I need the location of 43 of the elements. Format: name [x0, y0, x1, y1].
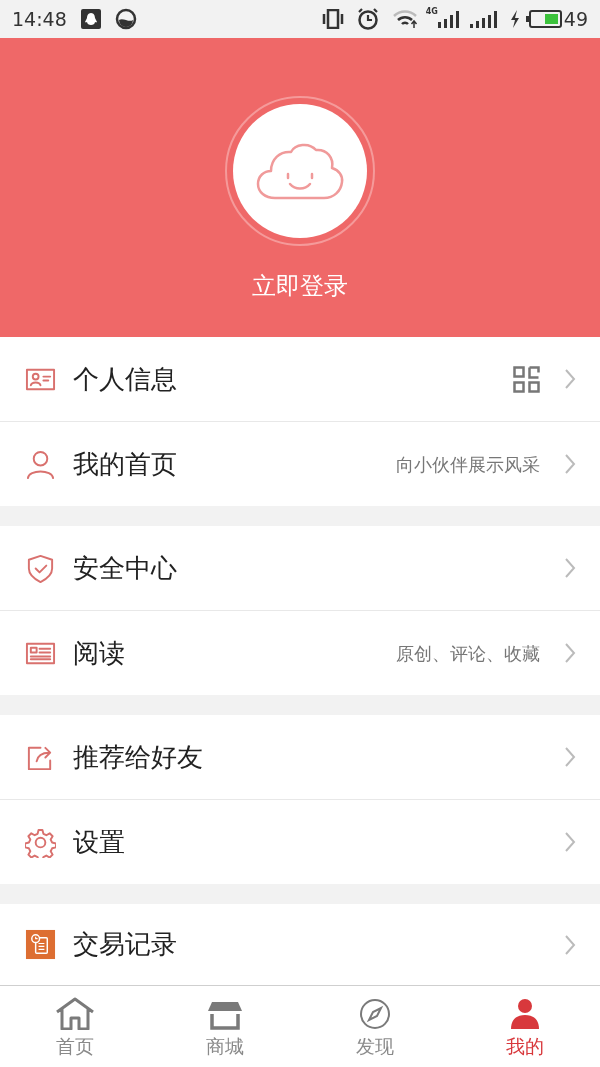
- app-icon: [114, 8, 137, 30]
- chevron-right-icon: [564, 933, 576, 956]
- shield-icon: [25, 552, 56, 584]
- row-detail: 原创、评论、收藏: [396, 641, 540, 666]
- alarm-icon: [355, 8, 380, 30]
- chevron-right-icon: [564, 557, 576, 579]
- menu-row[interactable]: 安全中心: [0, 526, 600, 611]
- signal-icon: [437, 10, 460, 28]
- row-detail: 向小伙伴展示风采: [396, 452, 540, 477]
- menu-row[interactable]: 推荐给好友: [0, 715, 600, 800]
- chevron-right-icon: [564, 746, 576, 768]
- menu-row[interactable]: 阅读 原创、评论、收藏: [0, 611, 600, 695]
- signal-icon: [469, 10, 500, 28]
- chevron-right-icon: [564, 642, 576, 664]
- receipt-icon: [25, 929, 56, 960]
- qq-icon: [80, 9, 101, 29]
- row-label: 我的首页: [73, 447, 177, 481]
- menu-row[interactable]: 设置: [0, 800, 600, 884]
- row-label: 推荐给好友: [73, 740, 203, 774]
- vibrate-icon: [321, 9, 344, 29]
- row-label: 个人信息: [73, 362, 177, 396]
- wifi-icon: [391, 9, 418, 29]
- row-label: 设置: [73, 825, 125, 859]
- tab-button[interactable]: 我的: [450, 986, 600, 1067]
- chevron-right-icon: [564, 453, 576, 475]
- row-label: 安全中心: [73, 551, 177, 585]
- settings-icon: [25, 826, 56, 858]
- network-label: 4G: [425, 8, 438, 16]
- status-time: 14:48: [12, 6, 67, 32]
- menu-row[interactable]: 我的首页 向小伙伴展示风采: [0, 422, 600, 506]
- menu-row[interactable]: 个人信息: [0, 337, 600, 422]
- qr-code-icon[interactable]: [513, 365, 540, 393]
- row-label: 交易记录: [73, 928, 177, 961]
- chevron-right-icon: [564, 831, 576, 853]
- row-label: 阅读: [73, 636, 125, 670]
- tab-button[interactable]: 商城: [150, 986, 300, 1067]
- tab-button[interactable]: 发现: [300, 986, 450, 1067]
- battery-icon: [525, 10, 562, 28]
- chevron-right-icon: [564, 368, 576, 390]
- battery-percent: 49: [563, 6, 588, 32]
- menu-row[interactable]: 交易记录: [0, 904, 600, 985]
- user-icon: [25, 448, 56, 480]
- charging-icon: [509, 10, 520, 28]
